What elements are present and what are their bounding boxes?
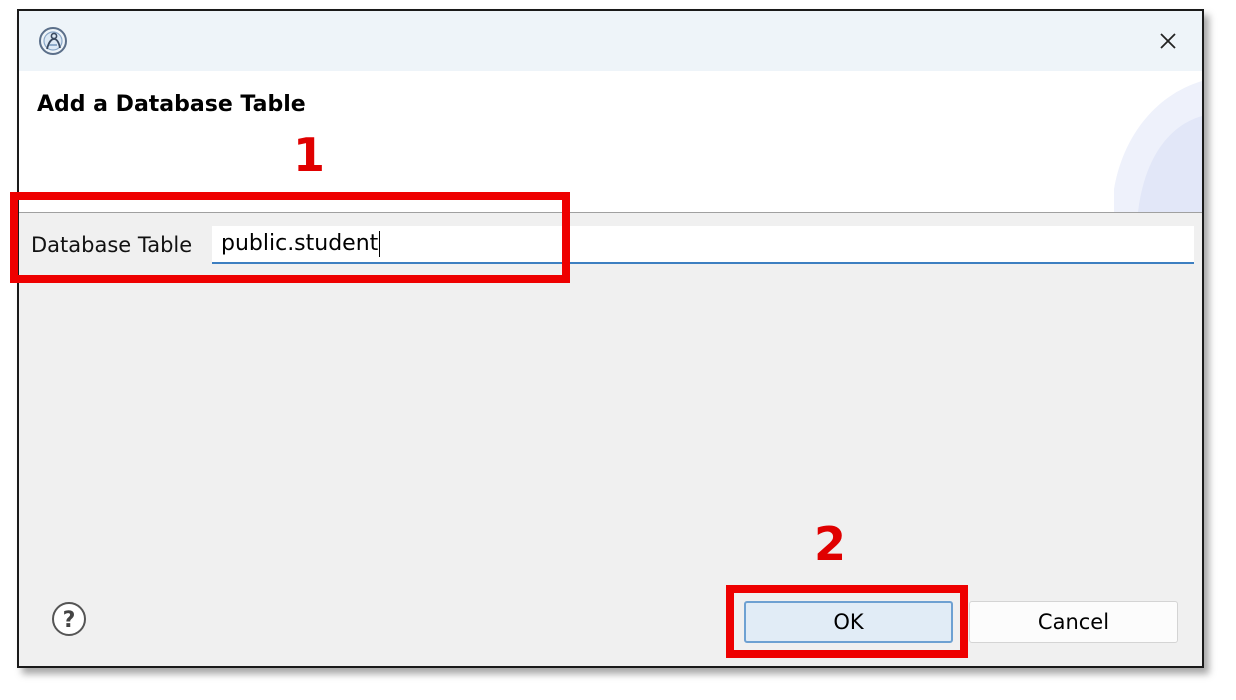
annotation-step-2: 2 [814, 517, 847, 571]
help-icon[interactable]: ? [51, 601, 87, 637]
add-database-table-dialog: Add a Database Table Database Table publ… [17, 9, 1204, 668]
database-table-input[interactable]: public.student [212, 226, 1194, 264]
ok-button[interactable]: OK [744, 601, 953, 643]
database-table-value: public.student [221, 231, 379, 256]
dialog-titlebar [19, 11, 1202, 71]
close-icon[interactable] [1152, 25, 1184, 57]
database-table-label: Database Table [31, 233, 193, 257]
database-table-row: Database Table public.student [19, 213, 1202, 273]
dialog-header-banner: Add a Database Table [19, 71, 1202, 212]
banner-decoration [1114, 81, 1202, 212]
app-logo-icon [37, 25, 69, 57]
text-caret [379, 231, 381, 257]
cancel-button[interactable]: Cancel [969, 601, 1178, 643]
dialog-title: Add a Database Table [37, 92, 306, 117]
screenshot-canvas: Add a Database Table Database Table publ… [0, 0, 1236, 700]
annotation-step-1: 1 [293, 128, 326, 182]
svg-text:?: ? [63, 608, 76, 633]
